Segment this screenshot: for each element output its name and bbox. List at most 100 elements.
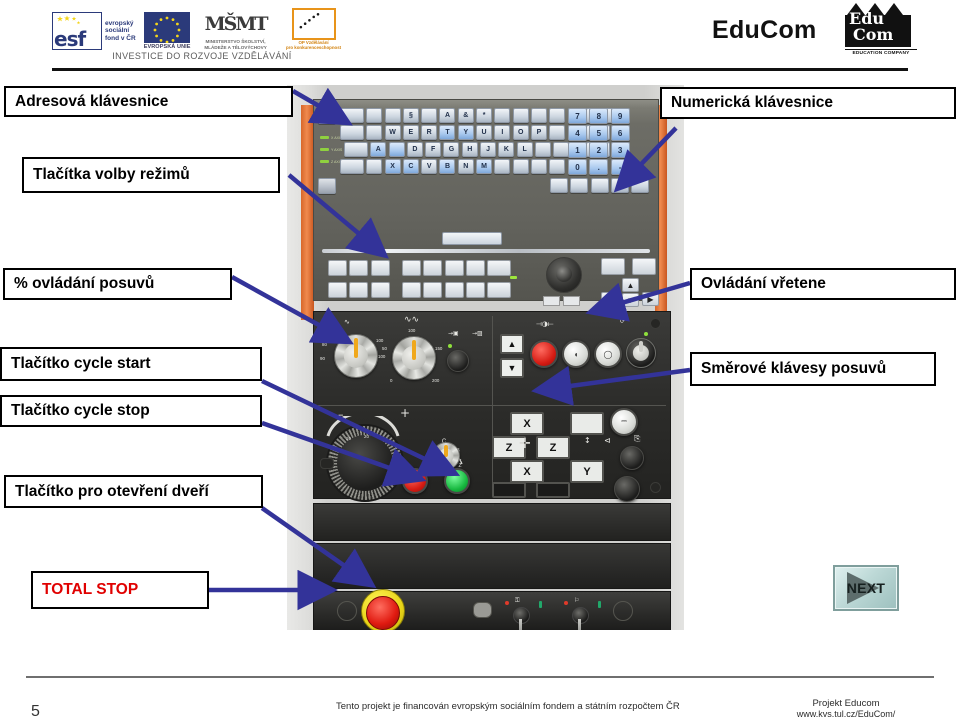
key-r1-10[interactable] (512, 108, 529, 123)
key-r3-a[interactable]: A (370, 142, 387, 157)
key-r4-1[interactable] (340, 159, 364, 174)
feed-override-knob[interactable] (334, 334, 378, 378)
key-r1-5[interactable] (421, 108, 438, 123)
key-r3-j[interactable]: J (480, 142, 497, 157)
emergency-stop-button[interactable] (366, 596, 400, 630)
key-r1-12[interactable] (549, 108, 566, 123)
blank-key-2[interactable] (563, 296, 580, 306)
key-r1-9[interactable] (494, 108, 511, 123)
cycle-stop-button[interactable] (402, 468, 428, 494)
key-r2-u[interactable]: U (476, 125, 493, 140)
spindle-stop-button[interactable] (530, 340, 558, 368)
key-r3-l[interactable]: L (516, 142, 533, 157)
axis-select-knob[interactable] (432, 442, 460, 470)
spindle-override-knob[interactable] (392, 336, 436, 380)
numpad-key-1[interactable]: 1 (568, 142, 587, 158)
key-r1-2[interactable] (366, 108, 383, 123)
numpad-key-0[interactable]: 0 (568, 159, 587, 175)
arrow-down-key[interactable]: ▼ (622, 293, 639, 307)
key-r4-v[interactable]: V (421, 159, 438, 174)
label-otevreni-dveri[interactable]: Tlačítko pro otevření dveří (4, 475, 263, 508)
numpad-key-3[interactable]: 3 (610, 142, 630, 158)
softkey-6[interactable] (370, 282, 390, 298)
mode-button-9[interactable] (465, 282, 485, 298)
blank-key-1[interactable] (543, 296, 560, 306)
softkey-2[interactable] (349, 260, 369, 276)
softkey-5[interactable] (349, 282, 369, 298)
axis-key-z-plus[interactable]: Z (536, 436, 570, 459)
key-r3-k[interactable]: K (498, 142, 515, 157)
spindle-up-button[interactable]: ▲ (500, 334, 524, 354)
key-r4-n[interactable]: N (457, 159, 474, 174)
key-r2-o[interactable]: O (512, 125, 529, 140)
key-r4-c[interactable]: C (402, 159, 419, 174)
axis-key-x-minus[interactable]: X (510, 460, 544, 483)
key-r3-f[interactable]: F (425, 142, 442, 157)
mode-button-3[interactable] (444, 260, 464, 276)
cycle-start-button[interactable] (444, 468, 470, 494)
spindle-ccw-button[interactable]: ◯ (594, 340, 622, 368)
key-r3-g[interactable]: G (443, 142, 460, 157)
key-space[interactable] (442, 232, 502, 245)
key-r4-13[interactable] (549, 159, 566, 174)
numpad-key-6[interactable]: 6 (610, 125, 630, 141)
spindle-cw-button[interactable]: ◖ (562, 340, 590, 368)
key-r1-8[interactable]: * (476, 108, 493, 123)
page-up-key[interactable] (601, 258, 625, 275)
tool-knob-2[interactable] (614, 476, 640, 502)
next-button[interactable]: NEXT (833, 565, 899, 611)
label-cycle-start[interactable]: Tlačítko cycle start (0, 347, 262, 381)
key-esc[interactable] (318, 108, 336, 124)
label-numericka-klavesnice[interactable]: Numerická klávesnice (660, 87, 956, 119)
key-r2-p[interactable]: P (530, 125, 547, 140)
mode-button-8[interactable] (444, 282, 464, 298)
numpad-key-9[interactable]: 9 (610, 108, 630, 124)
key-r1-7[interactable]: & (457, 108, 474, 123)
key-r3-12[interactable] (553, 142, 570, 157)
key-r4-12[interactable] (530, 159, 547, 174)
numpad-key-8[interactable]: 8 (589, 108, 609, 124)
numpad-key-7[interactable]: 7 (568, 108, 587, 124)
numpad-key-minus[interactable]: - (610, 159, 630, 175)
softkey-4[interactable] (328, 282, 347, 298)
numpad-key-2[interactable]: 2 (589, 142, 609, 158)
key-r2-y[interactable]: Y (457, 125, 474, 140)
key-r3-1[interactable] (344, 142, 368, 157)
key-r4-m[interactable]: M (476, 159, 493, 174)
arrow-up-key[interactable]: ▲ (622, 278, 639, 292)
numpad-key-fn5[interactable] (631, 178, 650, 193)
numpad-key-5[interactable]: 5 (589, 125, 609, 141)
label-tlacitka-volby-rezimu[interactable]: Tlačítka volby režimů (22, 157, 280, 193)
label-ovladani-posuvu[interactable]: % ovládání posuvů (3, 268, 232, 300)
key-r3-s[interactable] (388, 142, 405, 157)
mode-button-4[interactable] (465, 260, 485, 276)
softkey-3[interactable] (370, 260, 390, 276)
key-r4-2[interactable] (366, 159, 383, 174)
key-r2-r[interactable]: R (421, 125, 438, 140)
key-r1-3[interactable] (384, 108, 401, 123)
mode-button-7[interactable] (423, 282, 443, 298)
key-r4-10[interactable] (494, 159, 511, 174)
arrow-right-key[interactable]: ▶ (642, 292, 659, 306)
key-r2-t[interactable]: T (439, 125, 456, 140)
key-r4-b[interactable]: B (439, 159, 456, 174)
key-r4-11[interactable] (512, 159, 529, 174)
reset-button[interactable] (473, 602, 492, 618)
key-help[interactable] (318, 178, 336, 194)
label-cycle-stop[interactable]: Tlačítko cycle stop (0, 395, 262, 427)
label-total-stop[interactable]: TOTAL STOP (31, 571, 209, 609)
label-ovladani-vretene[interactable]: Ovládání vřetene (690, 268, 956, 300)
key-r2-i[interactable]: I (494, 125, 511, 140)
key-r2-e[interactable]: E (402, 125, 419, 140)
handwheel-grip[interactable] (320, 458, 334, 469)
softkey-1[interactable] (328, 260, 347, 276)
spindle-mode-knob[interactable] (626, 338, 656, 368)
key-r2-2[interactable] (366, 125, 383, 140)
tool-knob-1[interactable] (620, 446, 644, 470)
page-down-key[interactable] (632, 258, 656, 275)
key-r3-d[interactable]: D (406, 142, 423, 157)
axis-key-x-plus[interactable]: X (510, 412, 544, 435)
label-adresova-klavesnice[interactable]: Adresová klávesnice (4, 86, 293, 117)
key-r3-h[interactable]: H (461, 142, 478, 157)
numpad-key-fn1[interactable] (550, 178, 568, 193)
